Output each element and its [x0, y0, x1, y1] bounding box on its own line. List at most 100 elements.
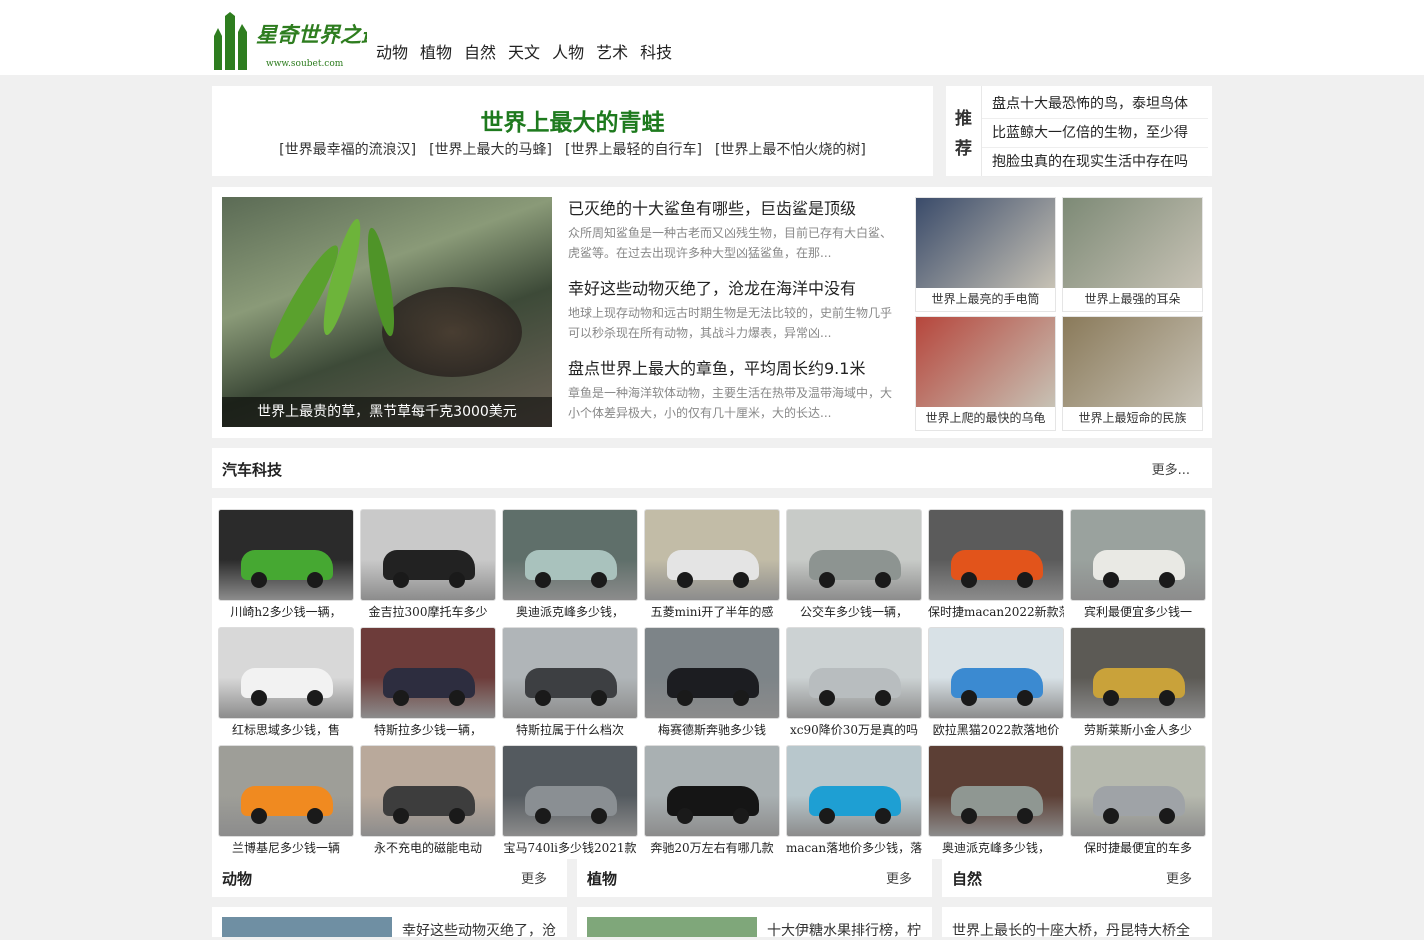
nav-item-people[interactable]: 人物	[552, 39, 584, 63]
car-image[interactable]	[218, 627, 354, 719]
nav-item-animals[interactable]: 动物	[376, 39, 408, 63]
car-card[interactable]: 劳斯莱斯小金人多少	[1070, 627, 1206, 741]
category-image[interactable]	[222, 917, 392, 937]
thumb-card[interactable]: 世界上最亮的手电筒	[915, 197, 1056, 312]
feature-image-caption[interactable]: 世界上最贵的草，黑节草每千克3000美元	[222, 397, 552, 427]
car-image[interactable]	[928, 509, 1064, 601]
car-image[interactable]	[928, 627, 1064, 719]
car-card[interactable]: 保时捷最便宜的车多	[1070, 745, 1206, 859]
category-more-link[interactable]: 更多	[886, 868, 912, 887]
car-section-title[interactable]: 汽车科技	[222, 459, 282, 480]
car-caption[interactable]: 奥迪派克峰多少钱，	[928, 837, 1064, 859]
car-caption[interactable]: macan落地价多少钱，落	[786, 837, 922, 859]
car-caption[interactable]: 特斯拉属于什么档次	[502, 719, 638, 741]
car-caption[interactable]: 金吉拉300摩托车多少	[360, 601, 496, 623]
car-caption[interactable]: 保时捷最便宜的车多	[1070, 837, 1206, 859]
car-caption[interactable]: 永不充电的磁能电动	[360, 837, 496, 859]
car-card[interactable]: 特斯拉多少钱一辆，	[360, 627, 496, 741]
car-caption[interactable]: xc90降价30万是真的吗	[786, 719, 922, 741]
recommend-item[interactable]: 比蓝鲸大一亿倍的生物，至少得	[982, 119, 1208, 148]
car-caption[interactable]: 五菱mini开了半年的感	[644, 601, 780, 623]
car-caption[interactable]: 欧拉黑猫2022款落地价	[928, 719, 1064, 741]
car-card[interactable]: 宝马740li多少钱2021款	[502, 745, 638, 859]
recommend-item[interactable]: 抱脸虫真的在现实生活中存在吗	[982, 148, 1208, 177]
category-title[interactable]: 植物	[587, 868, 617, 889]
car-image[interactable]	[502, 745, 638, 837]
car-image[interactable]	[644, 509, 780, 601]
car-image[interactable]	[1070, 627, 1206, 719]
site-logo[interactable]: 星奇世界之最 www.soubet.com	[212, 12, 367, 70]
car-image[interactable]	[360, 627, 496, 719]
car-card[interactable]: 欧拉黑猫2022款落地价	[928, 627, 1064, 741]
thumb-caption[interactable]: 世界上爬的最快的乌龟	[916, 407, 1055, 430]
car-image[interactable]	[644, 745, 780, 837]
car-image[interactable]	[218, 745, 354, 837]
car-section-more-link[interactable]: 更多...	[1152, 459, 1190, 478]
thumb-caption[interactable]: 世界上最强的耳朵	[1063, 288, 1202, 311]
car-card[interactable]: 兰博基尼多少钱一辆	[218, 745, 354, 859]
car-caption[interactable]: 兰博基尼多少钱一辆	[218, 837, 354, 859]
car-image[interactable]	[644, 627, 780, 719]
car-card[interactable]: 永不充电的磁能电动	[360, 745, 496, 859]
thumb-image[interactable]	[1063, 198, 1202, 288]
article-title[interactable]: 幸好这些动物灭绝了，沧龙在海洋中没有	[568, 277, 898, 301]
car-card[interactable]: 奥迪派克峰多少钱，	[502, 509, 638, 623]
car-card[interactable]: 公交车多少钱一辆，	[786, 509, 922, 623]
category-more-link[interactable]: 更多	[521, 868, 547, 887]
nav-item-nature[interactable]: 自然	[464, 39, 496, 63]
category-first-item[interactable]: 十大伊糖水果排行榜，柠	[767, 920, 921, 940]
category-title[interactable]: 动物	[222, 868, 252, 889]
category-first-item[interactable]: 世界上最长的十座大桥，丹昆特大桥全	[952, 920, 1190, 940]
car-caption[interactable]: 公交车多少钱一辆，	[786, 601, 922, 623]
headline-title[interactable]: 世界上最大的青蛙	[212, 103, 933, 136]
car-card[interactable]: 梅赛德斯奔驰多少钱	[644, 627, 780, 741]
car-card[interactable]: 特斯拉属于什么档次	[502, 627, 638, 741]
feature-image[interactable]: 世界上最贵的草，黑节草每千克3000美元	[222, 197, 552, 427]
car-caption[interactable]: 川崎h2多少钱一辆，	[218, 601, 354, 623]
car-image[interactable]	[502, 509, 638, 601]
car-image[interactable]	[218, 509, 354, 601]
nav-item-tech[interactable]: 科技	[640, 39, 672, 63]
headline-link[interactable]: [世界最幸福的流浪汉]	[279, 139, 416, 159]
category-more-link[interactable]: 更多	[1166, 868, 1192, 887]
car-image[interactable]	[1070, 745, 1206, 837]
car-card[interactable]: 五菱mini开了半年的感	[644, 509, 780, 623]
car-card[interactable]: 金吉拉300摩托车多少	[360, 509, 496, 623]
car-image[interactable]	[1070, 509, 1206, 601]
thumb-image[interactable]	[916, 198, 1055, 288]
thumb-card[interactable]: 世界上爬的最快的乌龟	[915, 316, 1056, 431]
article-title[interactable]: 盘点世界上最大的章鱼，平均周长约9.1米	[568, 357, 898, 381]
car-caption[interactable]: 宾利最便宜多少钱一	[1070, 601, 1206, 623]
car-image[interactable]	[786, 627, 922, 719]
thumb-image[interactable]	[1063, 317, 1202, 407]
car-card[interactable]: macan落地价多少钱，落	[786, 745, 922, 859]
car-card[interactable]: 奔驰20万左右有哪几款	[644, 745, 780, 859]
headline-link[interactable]: [世界上最轻的自行车]	[565, 139, 702, 159]
category-title[interactable]: 自然	[952, 868, 982, 889]
nav-item-art[interactable]: 艺术	[596, 39, 628, 63]
car-image[interactable]	[360, 509, 496, 601]
car-caption[interactable]: 奔驰20万左右有哪几款	[644, 837, 780, 859]
car-card[interactable]: xc90降价30万是真的吗	[786, 627, 922, 741]
car-image[interactable]	[502, 627, 638, 719]
article-title[interactable]: 已灭绝的十大鲨鱼有哪些，巨齿鲨是顶级	[568, 197, 898, 221]
car-caption[interactable]: 梅赛德斯奔驰多少钱	[644, 719, 780, 741]
car-image[interactable]	[928, 745, 1064, 837]
thumb-card[interactable]: 世界上最强的耳朵	[1062, 197, 1203, 312]
car-card[interactable]: 奥迪派克峰多少钱，	[928, 745, 1064, 859]
nav-item-astronomy[interactable]: 天文	[508, 39, 540, 63]
car-caption[interactable]: 奥迪派克峰多少钱，	[502, 601, 638, 623]
car-card[interactable]: 红标思域多少钱，售	[218, 627, 354, 741]
headline-link[interactable]: [世界上最大的马蜂]	[429, 139, 552, 159]
car-card[interactable]: 宾利最便宜多少钱一	[1070, 509, 1206, 623]
recommend-item[interactable]: 盘点十大最恐怖的鸟，泰坦鸟体	[982, 90, 1208, 119]
category-first-item[interactable]: 幸好这些动物灭绝了，沧	[402, 920, 556, 940]
headline-link[interactable]: [世界上最不怕火烧的树]	[715, 139, 866, 159]
thumb-caption[interactable]: 世界上最短命的民族	[1063, 407, 1202, 430]
car-caption[interactable]: 劳斯莱斯小金人多少	[1070, 719, 1206, 741]
car-image[interactable]	[786, 745, 922, 837]
thumb-caption[interactable]: 世界上最亮的手电筒	[916, 288, 1055, 311]
car-card[interactable]: 保时捷macan2022新款落	[928, 509, 1064, 623]
car-caption[interactable]: 宝马740li多少钱2021款	[502, 837, 638, 859]
nav-item-plants[interactable]: 植物	[420, 39, 452, 63]
